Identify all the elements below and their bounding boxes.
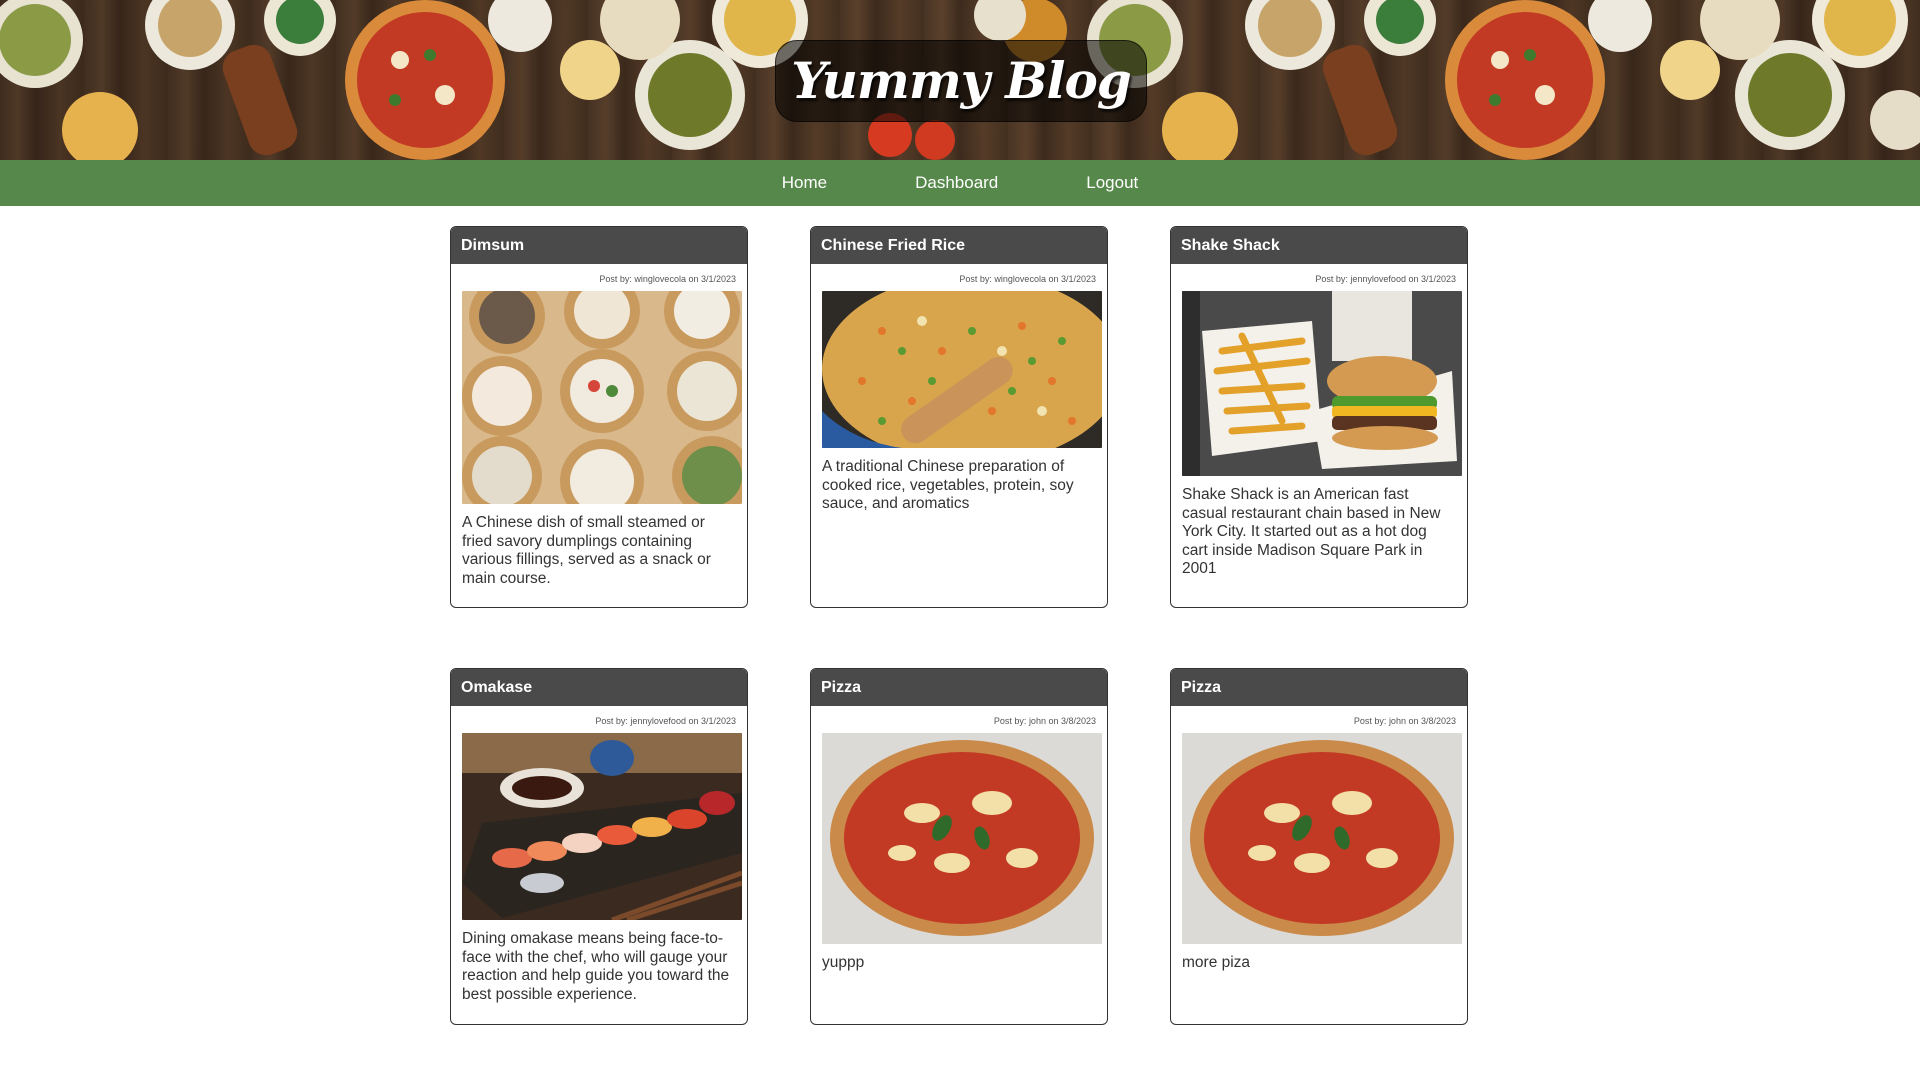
post-title: Chinese Fried Rice: [811, 227, 1107, 264]
post-description: A traditional Chinese preparation of coo…: [822, 458, 1074, 512]
post-title: Pizza: [811, 669, 1107, 706]
dimsum-photo: [462, 291, 742, 504]
pizza-photo: [822, 733, 1102, 944]
nav-logout-link[interactable]: Logout: [1086, 173, 1138, 193]
post-card[interactable]: Dimsum Post by: winglovecola on 3/1/2023…: [450, 226, 748, 608]
logo-box: Yummy Blog: [775, 40, 1147, 122]
pizza-photo: [1182, 733, 1462, 944]
post-description: Shake Shack is an American fast casual r…: [1182, 486, 1441, 577]
post-meta: Post by: winglovecola on 3/1/2023: [959, 274, 1096, 284]
nav-dashboard-link[interactable]: Dashboard: [915, 173, 998, 193]
post-meta: Post by: jennylovefood on 3/1/2023: [595, 716, 736, 726]
post-description: yuppp: [822, 954, 865, 971]
post-title: Omakase: [451, 669, 747, 706]
post-meta: Post by: john on 3/8/2023: [1353, 716, 1456, 726]
site-title: Yummy Blog: [791, 51, 1132, 110]
fried-rice-photo: [822, 291, 1102, 448]
post-description: A Chinese dish of small steamed or fried…: [462, 514, 711, 587]
burger-fries-photo: [1182, 291, 1462, 476]
main-nav: Home Dashboard Logout: [0, 160, 1920, 206]
post-title: Pizza: [1171, 669, 1467, 706]
post-description: more piza: [1182, 954, 1251, 971]
post-card[interactable]: Chinese Fried Rice Post by: winglovecola…: [810, 226, 1108, 608]
post-meta: Post by: winglovecola on 3/1/2023: [599, 274, 736, 284]
post-meta: Post by: john on 3/8/2023: [993, 716, 1096, 726]
post-title: Shake Shack: [1171, 227, 1467, 264]
nav-home-link[interactable]: Home: [782, 173, 827, 193]
post-card[interactable]: Pizza Post by: john on 3/8/2023 yuppp: [810, 668, 1108, 1025]
post-meta: Post by: jennylovefood on 3/1/2023: [1315, 274, 1456, 284]
post-title: Dimsum: [451, 227, 747, 264]
header-banner: Yummy Blog: [0, 0, 1920, 160]
post-description: Dining omakase means being face-to-face …: [462, 930, 730, 1003]
post-card[interactable]: Omakase Post by: jennylovefood on 3/1/20…: [450, 668, 748, 1025]
sushi-photo: [462, 733, 742, 920]
post-card[interactable]: Shake Shack Post by: jennylovefood on 3/…: [1170, 226, 1468, 608]
post-grid: Dimsum Post by: winglovecola on 3/1/2023…: [450, 226, 1470, 1025]
post-card[interactable]: Pizza Post by: john on 3/8/2023 more piz…: [1170, 668, 1468, 1025]
